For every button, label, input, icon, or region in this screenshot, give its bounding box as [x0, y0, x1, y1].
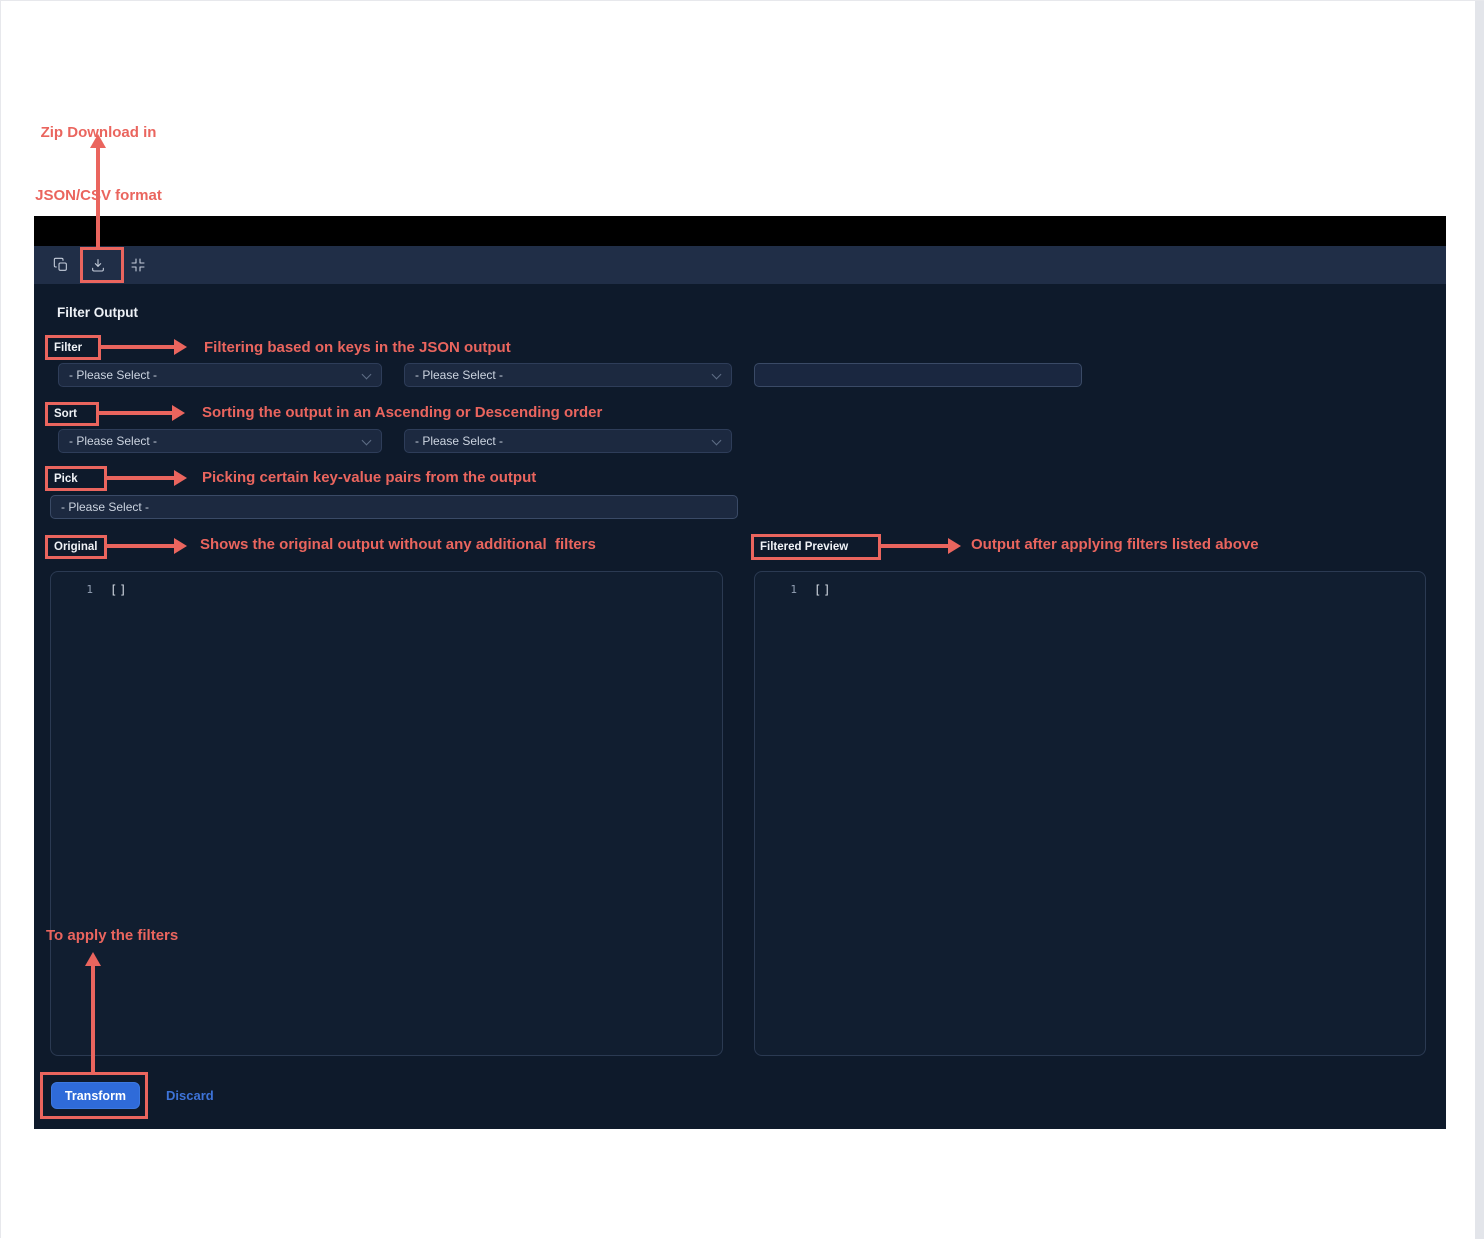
highlight-box-transform: [40, 1072, 148, 1119]
discard-button[interactable]: Discard: [166, 1088, 214, 1103]
arrow-shaft: [99, 411, 173, 415]
chevron-down-icon: [363, 435, 371, 443]
filtered-preview-code-editor[interactable]: 1 []: [754, 571, 1426, 1056]
chevron-down-icon: [713, 369, 721, 377]
filter-condition-select-value: - Please Select -: [415, 368, 503, 382]
highlight-box-filter: [45, 335, 101, 360]
filter-key-select[interactable]: - Please Select -: [58, 363, 382, 387]
filter-value-input[interactable]: [754, 363, 1082, 387]
code-content: []: [797, 582, 832, 598]
chevron-down-icon: [363, 369, 371, 377]
window-title-strip: [34, 216, 1446, 246]
chevron-down-icon: [713, 435, 721, 443]
arrow-right-icon: [172, 405, 185, 421]
highlight-box-filtered-preview: [751, 534, 881, 560]
code-line: 1 []: [51, 582, 722, 598]
toolbar: [34, 246, 1446, 284]
filter-condition-select[interactable]: - Please Select -: [404, 363, 732, 387]
arrow-right-icon: [174, 339, 187, 355]
arrow-shaft: [91, 964, 95, 1072]
highlight-box-pick: [45, 466, 107, 491]
highlight-box-original: [45, 535, 107, 559]
original-code-editor[interactable]: 1 []: [50, 571, 723, 1056]
page-title: Filter Output: [57, 305, 138, 320]
sort-order-select[interactable]: - Please Select -: [404, 429, 732, 453]
arrow-shaft: [881, 544, 949, 548]
arrow-right-icon: [948, 538, 961, 554]
arrow-shaft: [107, 476, 175, 480]
arrow-right-icon: [174, 538, 187, 554]
collapse-icon[interactable]: [125, 252, 151, 278]
line-number: 1: [51, 582, 93, 598]
sort-key-select[interactable]: - Please Select -: [58, 429, 382, 453]
scrollbar[interactable]: [1475, 1, 1484, 1239]
sort-key-select-value: - Please Select -: [69, 434, 157, 448]
annotation-sort: Sorting the output in an Ascending or De…: [202, 404, 602, 421]
pick-select-value: - Please Select -: [61, 500, 149, 514]
copy-icon[interactable]: [48, 252, 74, 278]
highlight-box-download: [80, 247, 124, 283]
annotation-pick: Picking certain key-value pairs from the…: [202, 469, 536, 486]
code-line: 1 []: [755, 582, 1425, 598]
pick-select[interactable]: - Please Select -: [50, 495, 738, 519]
annotation-apply: To apply the filters: [46, 927, 178, 944]
arrow-shaft: [96, 146, 100, 249]
page: Filter Output Filter - Please Select - -…: [0, 0, 1484, 1238]
arrow-shaft: [107, 544, 175, 548]
annotation-filtered-preview: Output after applying filters listed abo…: [971, 536, 1259, 553]
code-content: []: [93, 582, 128, 598]
arrow-right-icon: [174, 470, 187, 486]
filter-key-select-value: - Please Select -: [69, 368, 157, 382]
annotation-original: Shows the original output without any ad…: [200, 536, 596, 553]
annotation-filter: Filtering based on keys in the JSON outp…: [204, 339, 511, 356]
highlight-box-sort: [45, 402, 99, 426]
line-number: 1: [755, 582, 797, 598]
sort-order-select-value: - Please Select -: [415, 434, 503, 448]
arrow-shaft: [101, 345, 175, 349]
